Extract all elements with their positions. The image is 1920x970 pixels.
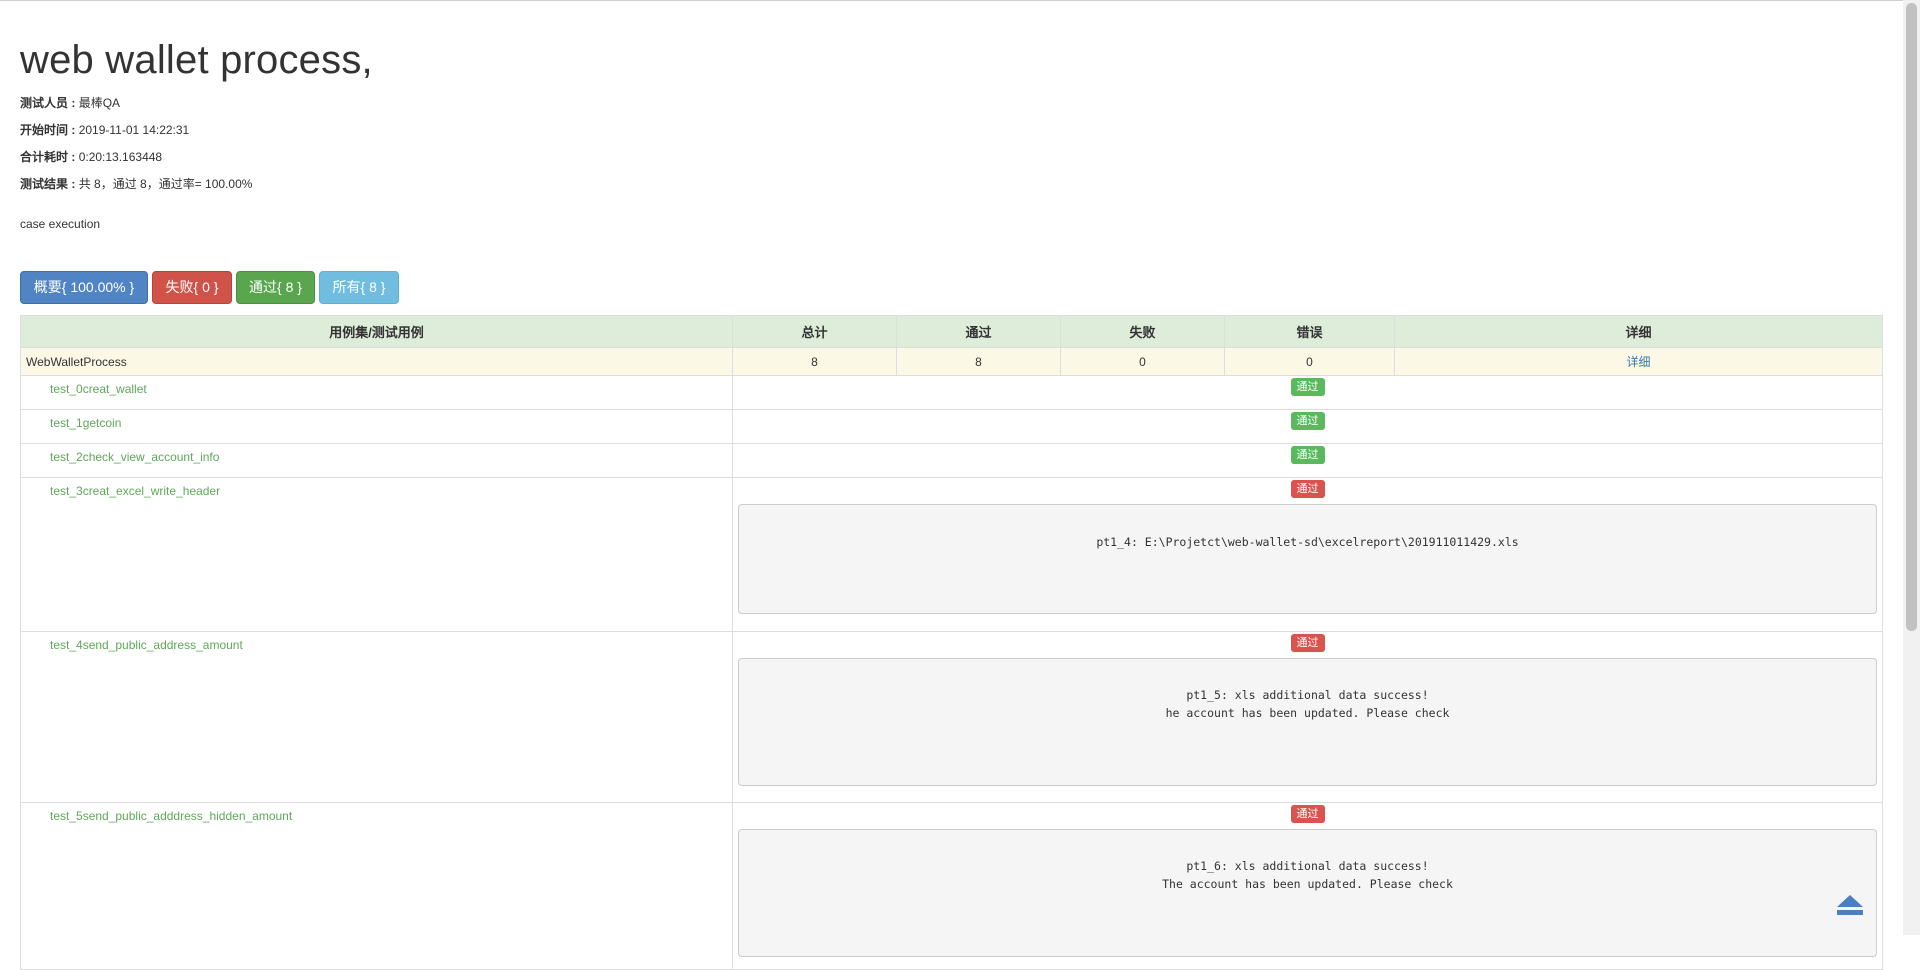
status-badge-with-log[interactable]: 通过 xyxy=(1290,634,1325,652)
back-to-top-icon[interactable] xyxy=(1836,893,1864,917)
case-log-output: pt1_6: xls additional data success! The … xyxy=(738,829,1877,957)
duration-row: 合计耗时 : 0:20:13.163448 xyxy=(20,148,162,165)
duration-label: 合计耗时 : xyxy=(20,150,76,164)
case-result-cell: 通过 xyxy=(732,443,1883,478)
status-badge-with-log[interactable]: 通过 xyxy=(1290,805,1325,823)
summary-button[interactable]: 概要{ 100.00% } xyxy=(20,271,148,304)
case-log-output: pt1_4: E:\Projetct\web-wallet-sd\excelre… xyxy=(738,504,1877,614)
header-fail: 失败 xyxy=(1060,315,1225,348)
status-badge-pass[interactable]: 通过 xyxy=(1290,378,1325,396)
result-label: 测试结果 : xyxy=(20,177,76,191)
suite-pass: 8 xyxy=(896,347,1061,376)
start-time-label: 开始时间 : xyxy=(20,123,76,137)
table-row: test_5send_public_adddress_hidden_amount… xyxy=(20,802,1883,970)
tester-label: 测试人员 : xyxy=(20,96,76,110)
suite-detail-cell: 详细 xyxy=(1394,347,1883,376)
case-name: test_1getcoin xyxy=(20,409,733,444)
case-name: test_4send_public_address_amount xyxy=(20,631,733,803)
header-total: 总计 xyxy=(732,315,897,348)
status-badge-pass[interactable]: 通过 xyxy=(1290,446,1325,464)
case-result-cell: 通过 xyxy=(732,375,1883,410)
case-result-cell: 通过 pt1_5: xls additional data success! h… xyxy=(732,631,1883,803)
table-row: test_0creat_wallet 通过 xyxy=(20,375,1883,410)
result-value: 共 8，通过 8，通过率= 100.00% xyxy=(78,177,253,191)
table-header-row: 用例集/测试用例 总计 通过 失败 错误 详细 xyxy=(20,315,1883,348)
case-log-output: pt1_5: xls additional data success! he a… xyxy=(738,658,1877,786)
start-time-value: 2019-11-01 14:22:31 xyxy=(78,123,190,137)
table-row: test_3creat_excel_write_header 通过 pt1_4:… xyxy=(20,477,1883,632)
start-time-row: 开始时间 : 2019-11-01 14:22:31 xyxy=(20,121,189,138)
status-badge-with-log[interactable]: 通过 xyxy=(1290,480,1325,498)
report-description: case execution xyxy=(20,217,101,231)
suite-detail-link[interactable]: 详细 xyxy=(1626,355,1650,369)
suite-row: WebWalletProcess 8 8 0 0 详细 xyxy=(20,347,1883,376)
table-row: test_2check_view_account_info 通过 xyxy=(20,443,1883,478)
case-name: test_5send_public_adddress_hidden_amount xyxy=(20,802,733,970)
suite-name: WebWalletProcess xyxy=(20,347,733,376)
result-row: 测试结果 : 共 8，通过 8，通过率= 100.00% xyxy=(20,175,252,192)
case-result-cell: 通过 pt1_6: xls additional data success! T… xyxy=(732,802,1883,970)
case-result-cell: 通过 pt1_4: E:\Projetct\web-wallet-sd\exce… xyxy=(732,477,1883,632)
case-name: test_3creat_excel_write_header xyxy=(20,477,733,632)
failed-filter-button[interactable]: 失败{ 0 } xyxy=(152,271,232,304)
suite-total: 8 xyxy=(732,347,897,376)
tester-value: 最棒QA xyxy=(78,96,121,110)
table-row: test_4send_public_address_amount 通过 pt1_… xyxy=(20,631,1883,803)
header-case: 用例集/测试用例 xyxy=(20,315,733,348)
header-error: 错误 xyxy=(1224,315,1395,348)
duration-value: 0:20:13.163448 xyxy=(78,150,163,164)
table-row: test_1getcoin 通过 xyxy=(20,409,1883,444)
scrollbar-thumb[interactable] xyxy=(1906,3,1917,631)
window-top-border xyxy=(0,0,1920,1)
all-filter-button[interactable]: 所有{ 8 } xyxy=(319,271,399,304)
report-title: web wallet process, xyxy=(20,38,373,82)
case-name: test_2check_view_account_info xyxy=(20,443,733,478)
suite-error: 0 xyxy=(1224,347,1395,376)
header-pass: 通过 xyxy=(896,315,1061,348)
case-name: test_0creat_wallet xyxy=(20,375,733,410)
result-table: 用例集/测试用例 总计 通过 失败 错误 详细 WebWalletProcess… xyxy=(20,315,1883,970)
vertical-scrollbar[interactable] xyxy=(1903,0,1920,935)
tester-row: 测试人员 : 最棒QA xyxy=(20,94,120,111)
passed-filter-button[interactable]: 通过{ 8 } xyxy=(236,271,315,304)
header-detail: 详细 xyxy=(1394,315,1883,348)
suite-fail: 0 xyxy=(1060,347,1225,376)
status-badge-pass[interactable]: 通过 xyxy=(1290,412,1325,430)
case-result-cell: 通过 xyxy=(732,409,1883,444)
